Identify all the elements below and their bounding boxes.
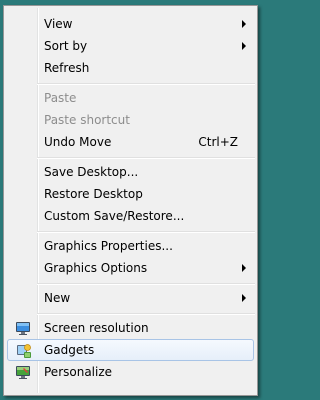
submenu-arrow-icon [242,20,246,28]
menu-item-paste-shortcut[interactable]: Paste shortcut [7,109,254,131]
menu-item-custom-save-restore[interactable]: Custom Save/Restore... [7,205,254,227]
menu-item-save-desktop[interactable]: Save Desktop... [7,161,254,183]
menu-separator [37,231,255,233]
monitor-icon [16,322,30,335]
menu-item-label: Custom Save/Restore... [44,209,185,223]
menu-item-label: Paste shortcut [44,113,130,127]
menu-item-graphics-options[interactable]: Graphics Options [7,257,254,279]
menu-item-label: Refresh [44,61,90,75]
menu-item-label: Restore Desktop [44,187,143,201]
menu-item-label: Gadgets [44,343,95,357]
menu-item-label: Graphics Properties... [44,239,173,253]
menu-item-label: Screen resolution [44,321,149,335]
menu-item-personalize[interactable]: Personalize [7,361,254,383]
menu-item-label: New [44,291,71,305]
menu-item-restore-desktop[interactable]: Restore Desktop [7,183,254,205]
menu-item-undo-move[interactable]: Undo Move Ctrl+Z [7,131,254,153]
personalize-icon [16,366,30,379]
menu-item-gadgets[interactable]: Gadgets [7,339,254,361]
menu-item-new[interactable]: New [7,287,254,309]
menu-item-label: Sort by [44,39,88,53]
menu-separator [37,83,255,85]
menu-item-label: Undo Move [44,135,112,149]
menu-separator [37,313,255,315]
submenu-arrow-icon [242,294,246,302]
menu-item-refresh[interactable]: Refresh [7,57,254,79]
menu-item-shortcut: Ctrl+Z [198,135,238,149]
menu-item-label: Personalize [44,365,113,379]
menu-separator [37,157,255,159]
desktop-context-menu: View Sort by Refresh Paste Paste shortcu… [3,5,258,396]
menu-item-label: View [44,17,73,31]
gadgets-icon [17,344,31,358]
menu-item-sort-by[interactable]: Sort by [7,35,254,57]
menu-item-label: Save Desktop... [44,165,139,179]
menu-item-screen-resolution[interactable]: Screen resolution [7,317,254,339]
submenu-arrow-icon [242,264,246,272]
menu-item-label: Paste [44,91,77,105]
menu-separator [37,283,255,285]
menu-item-paste[interactable]: Paste [7,87,254,109]
menu-item-label: Graphics Options [44,261,148,275]
menu-item-graphics-properties[interactable]: Graphics Properties... [7,235,254,257]
submenu-arrow-icon [242,42,246,50]
menu-item-view[interactable]: View [7,13,254,35]
